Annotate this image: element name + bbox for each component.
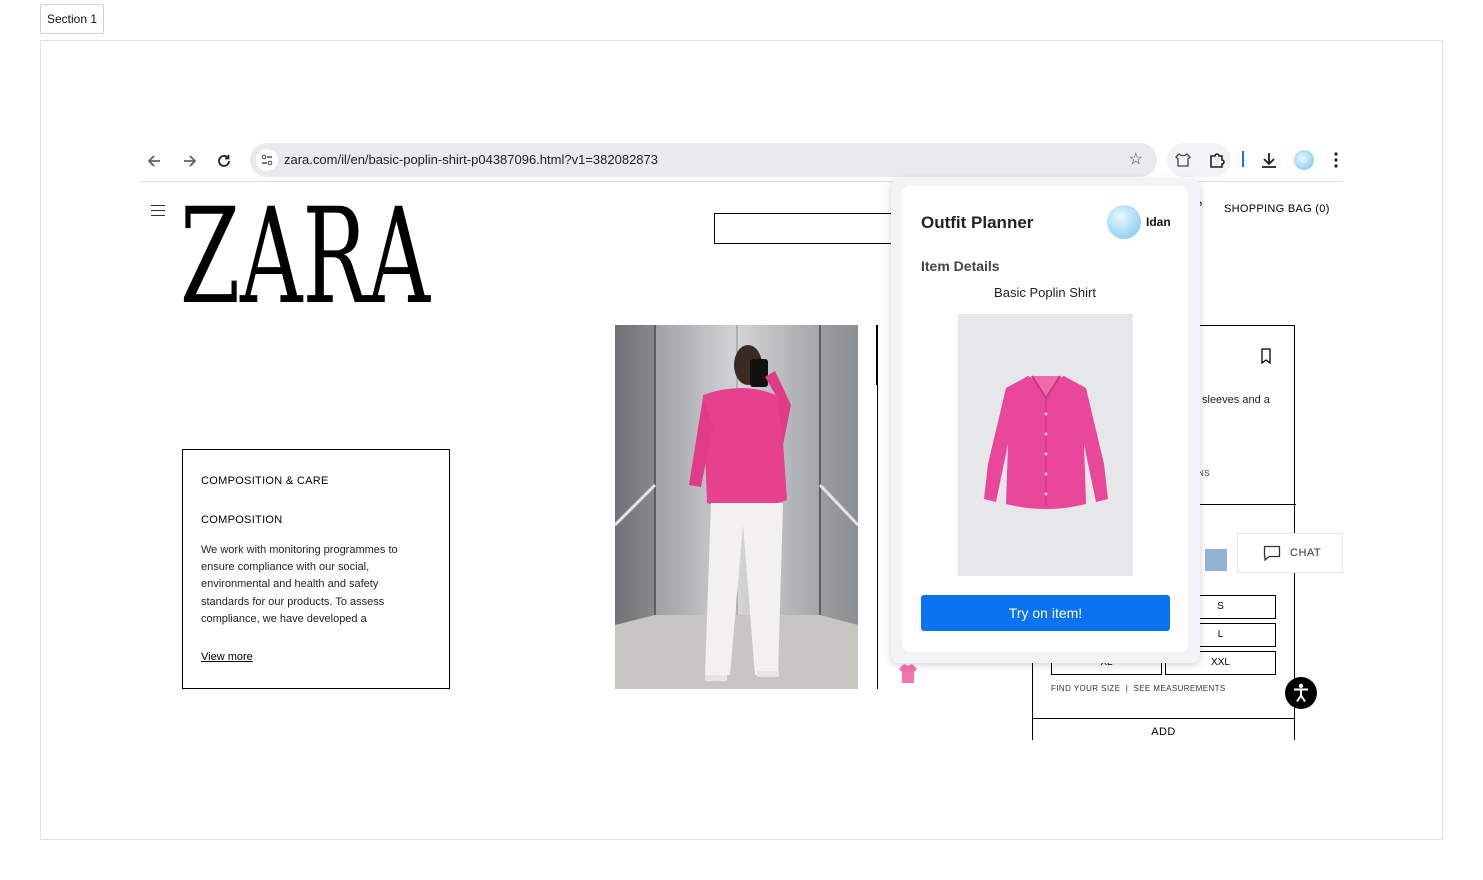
puzzle-extensions-icon[interactable] [1208,151,1226,169]
product-model-photo[interactable] [615,325,858,689]
forward-arrow-icon[interactable] [178,150,200,172]
composition-text: We work with monitoring programmes to en… [201,544,398,625]
back-arrow-icon[interactable] [144,150,166,172]
find-your-size-link[interactable]: FIND YOUR SIZE [1051,684,1120,693]
try-on-item-button[interactable]: Try on item! [921,595,1170,631]
svg-text:ZARA: ZARA [180,198,431,308]
composition-care-title: COMPOSITION & CARE [201,475,329,487]
popup-title: Outfit Planner [921,213,1034,232]
profile-avatar[interactable] [1294,150,1314,170]
chat-label: CHAT [1290,547,1322,559]
chat-bubble-icon [1263,545,1281,562]
zara-logo[interactable]: ZARA [180,180,432,334]
outfit-planner-popup: Outfit Planner Idan Item Details Basic P… [902,186,1188,652]
shirt-thumbnail-icon[interactable] [898,662,918,684]
browser-toolbar: zara.com/il/en/basic-poplin-shirt-p04387… [140,140,1343,182]
add-to-bag-button[interactable]: ADD [1032,726,1295,738]
search-input[interactable] [714,213,894,244]
item-details-heading: Item Details [921,258,1000,274]
reload-icon[interactable] [213,150,235,172]
see-measurements-link[interactable]: SEE MEASUREMENTS [1133,684,1225,693]
user-avatar[interactable] [1107,205,1141,239]
bookmark-icon[interactable] [1260,348,1272,365]
view-more-link[interactable]: View more [201,651,253,663]
user-name: Idan [1146,215,1171,229]
item-product-image [958,314,1133,576]
chat-button[interactable]: CHAT [1237,533,1343,573]
size-links-separator: | [1125,684,1129,693]
menu-kebab-icon[interactable] [1332,149,1340,171]
url-text[interactable]: zara.com/il/en/basic-poplin-shirt-p04387… [284,143,658,177]
composition-care-panel: COMPOSITION & CARE COMPOSITION We work w… [182,449,450,689]
bookmark-star-icon[interactable]: ☆ [1129,143,1143,177]
composition-subtitle: COMPOSITION [201,514,283,526]
section-tab[interactable]: Section 1 [40,4,105,34]
add-divider [1032,718,1295,719]
extensions-group [1167,143,1231,177]
color-swatch-blue[interactable] [1205,549,1227,571]
toolbar-separator [1242,151,1244,167]
address-bar[interactable]: zara.com/il/en/basic-poplin-shirt-p04387… [250,143,1157,177]
download-icon[interactable] [1258,149,1280,171]
gallery-scroll-indicator [876,325,878,385]
size-links: FIND YOUR SIZE | SEE MEASUREMENTS [1051,684,1226,693]
hamburger-menu-icon[interactable] [151,205,165,217]
item-name: Basic Poplin Shirt [994,285,1096,300]
outfit-planner-extension-icon[interactable] [1174,151,1192,169]
site-info-icon[interactable] [256,149,278,171]
accessibility-icon[interactable] [1285,677,1317,709]
shopping-bag-link[interactable]: SHOPPING BAG (0) [1224,203,1330,215]
product-description-fragment: sleeves and a [1202,394,1270,406]
